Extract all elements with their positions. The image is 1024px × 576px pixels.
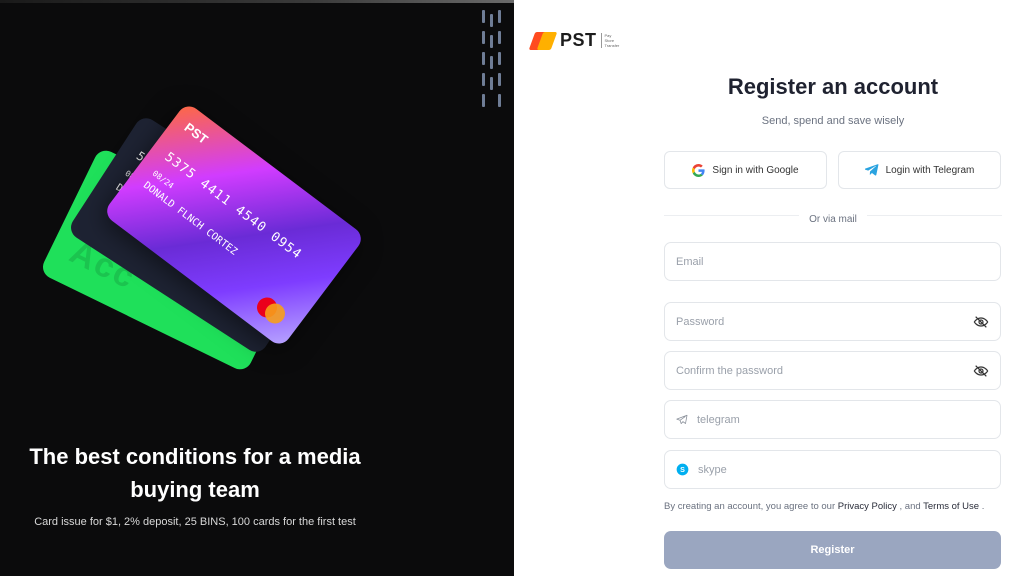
svg-text:S: S <box>680 466 685 474</box>
promo-headline: The best conditions for a media buying t… <box>29 444 361 502</box>
eye-off-icon[interactable] <box>973 314 989 330</box>
confirm-password-input[interactable] <box>676 364 973 377</box>
google-icon <box>692 163 705 177</box>
email-input[interactable] <box>676 255 989 268</box>
telegram-login-button[interactable]: Login with Telegram <box>838 151 1001 189</box>
card-stack-illustration: Acc 537 08/24 DONALD FLNCH CORTEZ PST 53… <box>0 0 514 420</box>
telegram-icon <box>864 164 879 176</box>
promo-panel: Acc 537 08/24 DONALD FLNCH CORTEZ PST 53… <box>0 0 514 576</box>
page-title: Register an account <box>727 74 939 99</box>
email-field[interactable] <box>664 242 1001 281</box>
google-signin-label: Sign in with Google <box>712 164 799 176</box>
logo-text: PST <box>560 30 597 50</box>
password-field[interactable] <box>664 302 1001 341</box>
telegram-field[interactable] <box>664 400 1001 439</box>
card-logo: PST <box>181 119 211 147</box>
privacy-policy-link[interactable]: Privacy Policy <box>838 501 897 512</box>
terms-of-use-link[interactable]: Terms of Use <box>923 501 979 512</box>
telegram-input[interactable] <box>697 413 989 426</box>
skype-icon: S <box>676 463 689 476</box>
telegram-outline-icon <box>676 414 688 425</box>
terms-notice: By creating an account, you agree to our… <box>664 501 985 512</box>
eye-off-icon[interactable] <box>973 363 989 379</box>
mastercard-icon <box>253 293 290 328</box>
register-button[interactable]: Register <box>664 531 1001 569</box>
google-signin-button[interactable]: Sign in with Google <box>664 151 827 189</box>
skype-field[interactable]: S <box>664 450 1001 489</box>
register-panel: PST Pay Store Transfer Register an accou… <box>514 0 1024 576</box>
logo-mark-icon <box>528 31 558 51</box>
telegram-login-label: Login with Telegram <box>885 164 975 176</box>
page-subtitle: Send, spend and save wisely <box>761 115 905 127</box>
divider-label: Or via mail <box>664 209 1002 227</box>
brand-logo[interactable]: PST Pay Store Transfer <box>528 30 619 51</box>
confirm-password-field[interactable] <box>664 351 1001 390</box>
promo-subline: Card issue for $1, 2% deposit, 25 BINS, … <box>34 516 356 528</box>
skype-input[interactable] <box>698 463 989 476</box>
password-input[interactable] <box>676 315 973 328</box>
logo-subtext: Pay Store Transfer <box>600 33 619 48</box>
